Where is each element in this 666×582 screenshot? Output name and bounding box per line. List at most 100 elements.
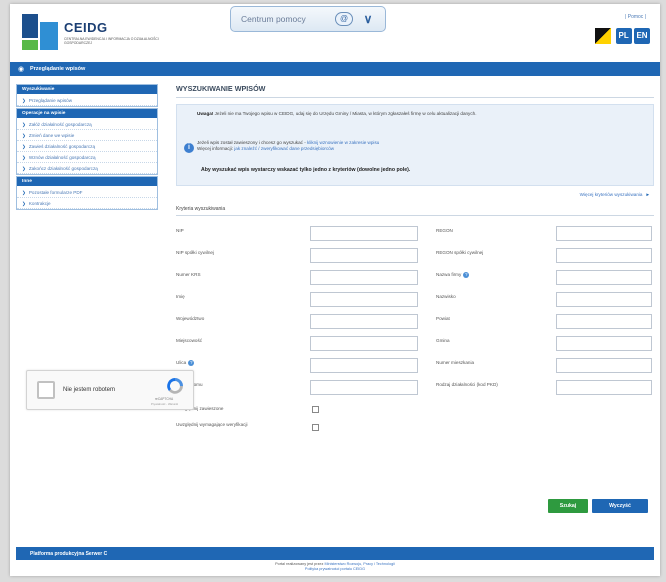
arrow-right-icon: ❯ [22,122,26,127]
nip-sc-input[interactable] [310,248,418,263]
help-center-box[interactable]: Centrum pomocy @ ∨ [230,6,386,32]
triangle-right-icon: ► [645,192,650,197]
logo-subtitle: CENTRALNA EWIDENCJA I INFORMACJA O DZIAŁ… [64,37,159,45]
sidebar-item-label: Załóż działalność gospodarczą [28,122,92,127]
footer-bar: Platforma produkcyjna Serwer C [16,547,654,560]
notice-link-verify[interactable]: jak znaleźć / zweryfikować dane przedsię… [234,146,334,151]
include-suspended-checkbox[interactable] [312,406,319,413]
footer-text: Portal realizowany jest przez Ministerst… [10,562,660,572]
label-company-name-text: Nazwa firmy [436,272,462,278]
arrow-right-icon: ❯ [22,201,26,206]
page-title: Przeglądanie wpisów [30,66,86,72]
include-verification-checkbox[interactable] [312,424,319,431]
sidebar-item-change[interactable]: ❯ Zmień dane we wpisie [17,130,157,141]
nip-input[interactable] [310,226,418,241]
arrow-right-icon: ❯ [22,190,26,195]
chevron-down-icon[interactable]: ∨ [359,11,377,27]
recaptcha-label: Nie jestem robotem [63,387,116,393]
recaptcha-widget: Nie jestem robotem reCAPTCHA Prywatność … [26,370,194,410]
label-city: Miejscowość [176,338,203,343]
street-input[interactable] [310,358,418,373]
notice-bold: Uwaga! [197,111,214,116]
sidebar-item-browse[interactable]: ❯ Przeglądanie wpisów [17,95,157,106]
sidebar-item-suspend[interactable]: ❯ Zawieś działalność gospodarczą [17,141,157,152]
sidebar-item-close[interactable]: ❯ Zakończ działalność gospodarczą [17,163,157,174]
label-regon: REGON [436,228,453,233]
label-county: Powiat [436,316,450,321]
label-regon-sc: REGON spółki cywilnej [436,250,484,255]
label-voivodeship: Województwo [176,316,205,321]
sidebar-item-register[interactable]: ❯ Załóż działalność gospodarczą [17,119,157,130]
footer-ministry-link[interactable]: Ministerstwo Rozwoju, Pracy i Technologi… [324,562,394,566]
main-content: WYSZUKIWANIE WPISÓW Uwaga! Jeżeli nie ma… [176,84,654,431]
recaptcha-name: reCAPTCHA [155,397,174,401]
sidebar-item-contracts[interactable]: ❯ Kontrakcje [17,198,157,209]
voivodeship-input[interactable] [310,314,418,329]
sidebar-heading: Operacje na wpisie [17,109,157,119]
label-company-name: Nazwa firmy? [436,272,470,278]
label-nip-sc: NIP spółki cywilnej [176,250,214,255]
arrow-right-icon: ❯ [22,144,26,149]
clear-button[interactable]: Wyczyść [592,499,648,513]
commune-input[interactable] [556,336,652,351]
search-form: NIP NIP spółki cywilnej Numer KRS Imię W… [176,216,654,431]
sidebar-heading: Inne [17,177,157,187]
info-icon: i [184,143,194,153]
notice-text: Jeżeli nie ma Twojego wpisu w CEIDG, uda… [213,111,477,116]
lang-en-button[interactable]: EN [634,28,650,44]
arrow-right-icon: ❯ [22,166,26,171]
label-street: Ulica? [176,360,195,366]
sidebar-section-search: Wyszukiwanie ❯ Przeglądanie wpisów [16,84,158,107]
footer-privacy-link[interactable]: Polityka prywatności portalu CEIDG [305,567,365,571]
regon-sc-input[interactable] [556,248,652,263]
company-name-input[interactable] [556,270,652,285]
sidebar-item-resume[interactable]: ❯ Wznów działalność gospodarczą [17,152,157,163]
krs-input[interactable] [310,270,418,285]
sidebar-item-label: Zakończ działalność gospodarczą [28,166,98,171]
sidebar-item-label: Kontrakcje [28,201,51,206]
question-icon[interactable]: ? [463,272,470,278]
sidebar-item-label: Wznów działalność gospodarczą [28,155,96,160]
arrow-right-icon: ❯ [22,133,26,138]
sidebar-section-other: Inne ❯ Pozostałe formularze PDF ❯ Kontrakc… [16,176,158,210]
help-link[interactable]: | Pomoc | [625,14,646,20]
sidebar: Wyszukiwanie ❯ Przeglądanie wpisów Operac… [16,84,158,210]
sidebar-section-operations: Operacje na wpisie ❯ Załóż działalność go… [16,108,158,175]
label-include-verification: Uwzględnij wymagające weryfikacji [176,422,248,427]
city-input[interactable] [310,336,418,351]
pkd-input[interactable] [556,380,652,395]
sidebar-item-label: Zawieś działalność gospodarczą [28,144,95,149]
label-last-name: Nazwisko [436,294,456,299]
header: CEIDG CENTRALNA EWIDENCJA I INFORMACJA O… [10,4,660,60]
page: CEIDG CENTRALNA EWIDENCJA I INFORMACJA O… [10,4,660,576]
label-commune: Gmina [436,338,450,343]
regon-input[interactable] [556,226,652,241]
logo-name: CEIDG [64,20,108,35]
recaptcha-checkbox[interactable] [37,381,55,399]
county-input[interactable] [556,314,652,329]
ceidg-logo[interactable]: CEIDG CENTRALNA EWIDENCJA I INFORMACJA O… [22,14,162,52]
view-icon: ◉ [18,66,25,73]
apartment-input[interactable] [556,358,652,373]
help-center-label: Centrum pomocy [241,14,306,24]
advanced-criteria-label: Więcej kryteriów wyszukiwania [579,192,643,197]
label-pkd: Rodzaj działalności (kod PKD) [436,382,498,387]
first-name-input[interactable] [310,292,418,307]
language-switch: PL EN [595,28,650,44]
recaptcha-terms[interactable]: Prywatność - Warunki [151,402,178,406]
sidebar-item-label: Przeglądanie wpisów [28,98,73,103]
notice-link-resume[interactable]: kliknij wznowienie w zakresie wpisu [307,140,379,145]
lang-pl-button[interactable]: PL [615,28,632,44]
sidebar-item-pdf-forms[interactable]: ❯ Pozostałe formularze PDF [17,187,157,198]
sidebar-item-label: Zmień dane we wpisie [28,133,75,138]
label-street-text: Ulica [176,360,187,366]
last-name-input[interactable] [556,292,652,307]
sidebar-heading: Wyszukiwanie [17,85,157,95]
label-krs: Numer KRS [176,272,201,277]
house-number-input[interactable] [310,380,418,395]
advanced-criteria-link[interactable]: Więcej kryteriów wyszukiwania ► [176,192,654,204]
question-icon[interactable]: ? [188,360,195,366]
search-button[interactable]: Szukaj [548,499,588,513]
help-icon[interactable]: @ [335,12,353,26]
search-title: WYSZUKIWANIE WPISÓW [176,84,654,98]
